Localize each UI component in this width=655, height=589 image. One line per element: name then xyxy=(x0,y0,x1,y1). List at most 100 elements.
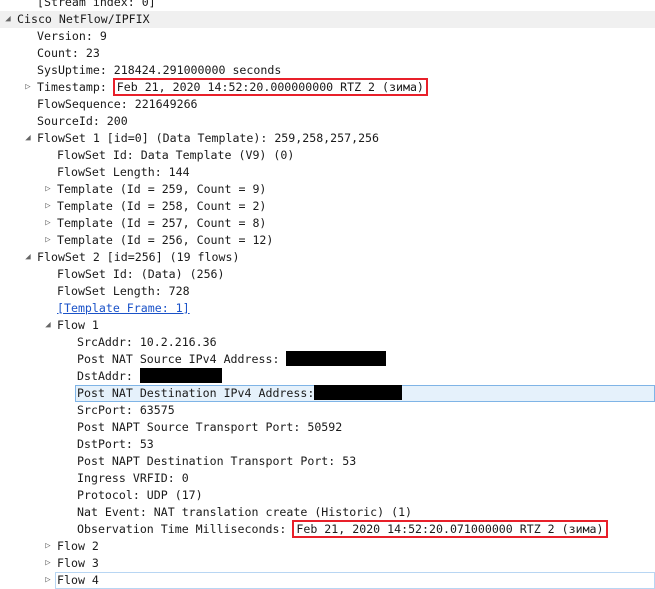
item-text: FlowSet Id: Data Template (V9) (0) xyxy=(57,148,295,162)
tree-item-label: FlowSet 2 [id=256] (19 flows) xyxy=(37,249,239,266)
tree-item-label: Template (Id = 256, Count = 12) xyxy=(57,232,273,249)
tree-item-label: Flow 4 xyxy=(57,572,99,589)
tree-item[interactable]: ▷ Flow 3 xyxy=(0,555,655,572)
tree-item[interactable]: ▷ Flow 2 xyxy=(0,538,655,555)
tree-item-label: [Template Frame: 1] xyxy=(57,300,190,317)
tree-item[interactable]: ◢ Cisco NetFlow/IPFIX xyxy=(0,11,655,28)
triangle-down-icon[interactable]: ◢ xyxy=(23,249,33,266)
tree-item[interactable]: ▷ Template (Id = 257, Count = 8) xyxy=(0,215,655,232)
triangle-down-icon[interactable]: ◢ xyxy=(3,11,13,28)
item-text: Ingress VRFID: 0 xyxy=(77,471,189,485)
item-text: FlowSequence: 221649266 xyxy=(37,97,198,111)
tree-item[interactable]: FlowSet Length: 728 xyxy=(0,283,655,300)
tree-item[interactable]: [Stream index: 0] xyxy=(0,0,655,11)
tree-item[interactable]: ◢ FlowSet 2 [id=256] (19 flows) xyxy=(0,249,655,266)
item-text: Post NAT Source IPv4 Address: xyxy=(77,352,287,366)
tree-item-label: Flow 1 xyxy=(57,317,99,334)
triangle-down-icon[interactable]: ◢ xyxy=(43,317,53,334)
tree-item[interactable]: FlowSet Length: 144 xyxy=(0,164,655,181)
redacted-value xyxy=(139,368,222,383)
triangle-right-icon[interactable]: ▷ xyxy=(43,572,53,589)
triangle-right-icon[interactable]: ▷ xyxy=(43,232,53,249)
tree-item-label: Template (Id = 258, Count = 2) xyxy=(57,198,266,215)
tree-item[interactable]: DstAddr: xyxy=(0,368,655,385)
tree-item[interactable]: ◢ FlowSet 1 [id=0] (Data Template): 259,2… xyxy=(0,130,655,147)
item-text: Cisco NetFlow/IPFIX xyxy=(17,12,150,26)
triangle-right-icon[interactable]: ▷ xyxy=(43,215,53,232)
tree-item[interactable]: Count: 23 xyxy=(0,45,655,62)
tree-item-label: Template (Id = 259, Count = 9) xyxy=(57,181,266,198)
item-text: Flow 3 xyxy=(57,556,99,570)
tree-item-label: Nat Event: NAT translation create (Histo… xyxy=(77,504,412,521)
tree-item-label: FlowSequence: 221649266 xyxy=(37,96,198,113)
triangle-down-icon[interactable]: ◢ xyxy=(23,130,33,147)
redacted-value xyxy=(286,351,387,366)
tree-item-label: DstPort: 53 xyxy=(77,436,154,453)
tree-item[interactable]: ▷ Flow 4 xyxy=(0,572,655,589)
tree-item[interactable]: ▷ Timestamp: Feb 21, 2020 14:52:20.000000… xyxy=(0,78,655,96)
tree-item[interactable]: FlowSequence: 221649266 xyxy=(0,96,655,113)
tree-item-label: SysUptime: 218424.291000000 seconds xyxy=(37,62,281,79)
tree-item[interactable]: Post NAT Source IPv4 Address: xyxy=(0,351,655,368)
tree-item-label: Ingress VRFID: 0 xyxy=(77,470,189,487)
item-text: Template (Id = 259, Count = 9) xyxy=(57,182,267,196)
tree-item[interactable]: Protocol: UDP (17) xyxy=(0,487,655,504)
triangle-right-icon[interactable]: ▷ xyxy=(43,555,53,572)
tree-item[interactable]: ▷ Template (Id = 256, Count = 12) xyxy=(0,232,655,249)
tree-item[interactable]: Nat Event: NAT translation create (Histo… xyxy=(0,504,655,521)
tree-item-label: Observation Time Milliseconds: Feb 21, 2… xyxy=(77,520,608,538)
tree-item-label: Cisco NetFlow/IPFIX xyxy=(17,11,150,28)
tree-item[interactable]: Post NAPT Source Transport Port: 50592 xyxy=(0,419,655,436)
tree-item[interactable]: ▷ Template (Id = 258, Count = 2) xyxy=(0,198,655,215)
tree-item[interactable]: Ingress VRFID: 0 xyxy=(0,470,655,487)
tree-item[interactable]: SysUptime: 218424.291000000 seconds xyxy=(0,62,655,79)
triangle-right-icon[interactable]: ▷ xyxy=(43,538,53,555)
tree-item[interactable]: ▷ Template (Id = 259, Count = 9) xyxy=(0,181,655,198)
item-text: Flow 1 xyxy=(57,318,99,332)
tree-item-label: Template (Id = 257, Count = 8) xyxy=(57,215,266,232)
tree-item[interactable]: ◢ Flow 1 xyxy=(0,317,655,334)
tree-item-label: Count: 23 xyxy=(37,45,100,62)
item-text: DstAddr: xyxy=(77,369,140,383)
tree-item-label: [Stream index: 0] xyxy=(37,0,156,11)
tree-item[interactable]: Post NAT Destination IPv4 Address: xyxy=(0,385,655,402)
item-text: FlowSet Length: 144 xyxy=(57,165,190,179)
tree-item-label: Protocol: UDP (17) xyxy=(77,487,203,504)
tree-item[interactable]: FlowSet Id: Data Template (V9) (0) xyxy=(0,147,655,164)
item-text[interactable]: [Template Frame: 1] xyxy=(57,301,190,315)
tree-item[interactable]: [Template Frame: 1] xyxy=(0,300,655,317)
triangle-right-icon[interactable]: ▷ xyxy=(23,79,33,96)
tree-item[interactable]: Version: 9 xyxy=(0,28,655,45)
tree-item[interactable]: SourceId: 200 xyxy=(0,113,655,130)
item-text: Count: 23 xyxy=(37,46,100,60)
tree-item-label: SourceId: 200 xyxy=(37,113,128,130)
tree-item-label: Post NAPT Destination Transport Port: 53 xyxy=(77,453,356,470)
item-text: SrcPort: 63575 xyxy=(77,403,175,417)
item-text: FlowSet 1 [id=0] (Data Template): 259,25… xyxy=(37,131,380,145)
item-text: Timestamp: xyxy=(37,80,114,94)
tree-item-label: Flow 3 xyxy=(57,555,99,572)
tree-item-label: SrcPort: 63575 xyxy=(77,402,175,419)
item-text: SourceId: 200 xyxy=(37,114,128,128)
item-text: Post NAPT Source Transport Port: 50592 xyxy=(77,420,343,434)
tree-item-label: Post NAPT Source Transport Port: 50592 xyxy=(77,419,342,436)
tree-item[interactable]: DstPort: 53 xyxy=(0,436,655,453)
item-text: Post NAPT Destination Transport Port: 53 xyxy=(77,454,357,468)
tree-item[interactable]: Post NAPT Destination Transport Port: 53 xyxy=(0,453,655,470)
tree-item-label: Post NAT Destination IPv4 Address: xyxy=(77,385,403,402)
tree-item[interactable]: Observation Time Milliseconds: Feb 21, 2… xyxy=(0,520,655,538)
tree-item[interactable]: SrcPort: 63575 xyxy=(0,402,655,419)
item-text: SrcAddr: 10.2.216.36 xyxy=(77,335,217,349)
item-text: FlowSet Id: (Data) (256) xyxy=(57,267,225,281)
tree-item-label: Timestamp: Feb 21, 2020 14:52:20.0000000… xyxy=(37,78,428,96)
item-text: FlowSet 2 [id=256] (19 flows) xyxy=(37,250,240,264)
tree-item-label: Flow 2 xyxy=(57,538,99,555)
item-text: Flow 2 xyxy=(57,539,99,553)
triangle-right-icon[interactable]: ▷ xyxy=(43,198,53,215)
redacted-value xyxy=(314,385,403,400)
item-text: Flow 4 xyxy=(57,573,99,587)
tree-item[interactable]: FlowSet Id: (Data) (256) xyxy=(0,266,655,283)
tree-item[interactable]: SrcAddr: 10.2.216.36 xyxy=(0,334,655,351)
triangle-right-icon[interactable]: ▷ xyxy=(43,181,53,198)
item-text: Template (Id = 257, Count = 8) xyxy=(57,216,267,230)
